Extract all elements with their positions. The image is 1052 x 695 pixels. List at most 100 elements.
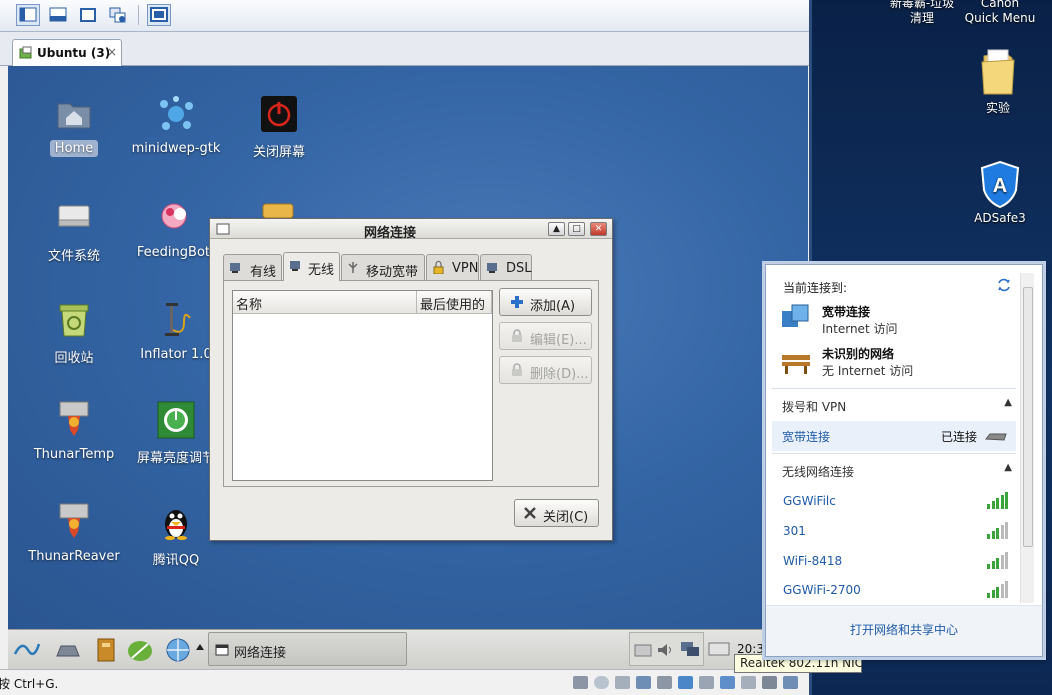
wifi-item[interactable]: GGWiFi-2700 xyxy=(766,577,1016,603)
close-dialog-button[interactable]: 关闭(C) xyxy=(514,499,599,527)
desktop-icon-label: 关闭屏幕 xyxy=(252,145,305,160)
fullscreen-button[interactable] xyxy=(76,4,100,26)
tab-dsl[interactable]: DSL xyxy=(480,254,532,280)
inflator-pump-icon xyxy=(165,303,191,336)
tab-wired[interactable]: 有线 xyxy=(223,254,282,280)
console-view-icon xyxy=(49,7,67,22)
host-icon-adsafe[interactable]: A ADSafe3 xyxy=(962,160,1038,225)
host-icon-shiyan[interactable]: 实验 xyxy=(960,48,1036,116)
desktop-icon-trash[interactable]: 回收站 xyxy=(22,300,126,367)
sidebar-view-icon xyxy=(19,7,37,22)
wifi-name: GGWiFilc xyxy=(783,494,836,508)
removable-drive-icon[interactable] xyxy=(708,640,730,658)
connection-name: 未识别的网络 xyxy=(822,347,895,361)
open-network-center-link[interactable]: 打开网络和共享中心 xyxy=(766,621,1042,638)
section-dialup-vpn[interactable]: 拨号和 VPN ▲ xyxy=(772,388,1016,418)
column-header-last-used[interactable]: 最后使用的 xyxy=(417,291,492,314)
signal-strength-icon xyxy=(987,521,1009,539)
message-icon[interactable] xyxy=(762,676,777,689)
wifi-item[interactable]: WiFi-8418 xyxy=(766,547,1016,577)
unity-button[interactable] xyxy=(106,4,130,26)
sound-card-icon[interactable] xyxy=(699,676,714,689)
taskbar-task-label: 网络连接 xyxy=(234,646,287,661)
feeding-bottle-icon xyxy=(161,203,187,229)
wireless-tab-panel: 名称 最后使用的 添加(A) 编辑(E)... 删除(D)... xyxy=(223,280,599,487)
modem-icon xyxy=(985,433,1007,441)
status-text: 按 Ctrl+G. xyxy=(0,677,59,691)
thumbnail-view-button[interactable] xyxy=(147,4,171,26)
connection-list[interactable]: 名称 最后使用的 xyxy=(232,290,493,481)
signal-bar xyxy=(1005,492,1008,509)
network-adapter-icon[interactable] xyxy=(636,676,651,689)
section-wireless[interactable]: 无线网络连接 ▲ xyxy=(772,453,1016,483)
taskbar-window-network-connections[interactable]: 网络连接 xyxy=(208,632,407,666)
floppy-icon[interactable] xyxy=(615,676,630,689)
dialog-title: 网络连接 xyxy=(363,226,416,241)
tab-vpn[interactable]: VPN xyxy=(426,254,479,280)
signal-bar xyxy=(987,564,990,569)
signal-bar xyxy=(996,558,999,569)
refresh-icon[interactable] xyxy=(996,278,1012,292)
signal-bar xyxy=(1005,552,1008,569)
wireless-icon xyxy=(290,261,300,271)
edit-button[interactable]: 编辑(E)... xyxy=(499,322,592,350)
desktop-icon-thunartemp[interactable]: ThunarTemp xyxy=(22,400,126,463)
desktop-icon-label: ThunarReaver xyxy=(28,549,120,564)
cd-icon[interactable] xyxy=(594,676,609,689)
desktop-icon-thunarreaver[interactable]: ThunarReaver xyxy=(22,502,126,565)
usb-device-icon-2[interactable] xyxy=(741,676,756,689)
column-header-name[interactable]: 名称 xyxy=(233,291,417,314)
signal-bar xyxy=(996,498,999,509)
flyout-scrollbar[interactable] xyxy=(1020,273,1034,603)
web-browser-icon[interactable] xyxy=(164,636,192,664)
tab-mobile-broadband[interactable]: 移动宽带 xyxy=(341,254,425,280)
usb-device-icon[interactable] xyxy=(720,676,735,689)
keyboard-icon[interactable] xyxy=(634,641,652,659)
connection-status: Internet 访问 xyxy=(822,322,898,336)
hdd-icon[interactable] xyxy=(573,676,588,689)
text-editor-icon[interactable] xyxy=(126,636,154,664)
host-label-cleanup[interactable]: 新毒霸-垃圾 清理 xyxy=(882,0,962,26)
wifi-item[interactable]: GGWiFilc xyxy=(766,487,1016,517)
scrollbar-thumb[interactable] xyxy=(1023,287,1033,547)
file-manager-icon[interactable] xyxy=(92,636,120,664)
tab-label: 移动宽带 xyxy=(366,265,419,280)
signal-bar xyxy=(991,590,995,598)
dialup-item-broadband[interactable]: 宽带连接 已连接 xyxy=(772,421,1016,451)
desktop-icon-minidwep[interactable]: minidwep-gtk xyxy=(124,94,228,157)
signal-bar xyxy=(1000,495,1004,509)
connection-status: 无 Internet 访问 xyxy=(822,364,914,378)
tab-label: 无线 xyxy=(308,263,335,278)
launcher-arrow-icon[interactable] xyxy=(196,644,204,650)
brightness-icon xyxy=(157,401,195,439)
tab-ubuntu[interactable]: Ubuntu (3) × xyxy=(12,39,122,66)
wifi-item[interactable]: 301 xyxy=(766,517,1016,547)
dialup-item-status: 已连接 xyxy=(941,430,978,444)
dsl-icon xyxy=(487,263,497,273)
delete-button[interactable]: 删除(D)... xyxy=(499,356,592,384)
volume-icon[interactable] xyxy=(656,641,674,659)
maximize-button[interactable]: □ xyxy=(568,222,585,236)
view-console-button[interactable] xyxy=(46,4,70,26)
app-menu-icon[interactable] xyxy=(12,636,40,664)
desktop-icon-label: Inflator 1.0 xyxy=(140,347,212,362)
usb-icon[interactable] xyxy=(678,676,693,689)
host-label-canon[interactable]: Canon Quick Menu xyxy=(960,0,1040,26)
desktop-icon-home[interactable]: Home xyxy=(22,94,126,157)
tab-wireless[interactable]: 无线 xyxy=(283,252,340,281)
vm-settings-icon[interactable] xyxy=(783,676,798,689)
network-status-icon[interactable] xyxy=(680,639,700,659)
desktop-icon-filesystem[interactable]: 文件系统 xyxy=(22,198,126,265)
close-window-button[interactable]: ✕ xyxy=(590,222,607,236)
desktop-icon-screen-off[interactable]: 关闭屏幕 xyxy=(227,94,331,161)
host-icon-label: ADSafe3 xyxy=(974,211,1026,225)
minimize-button[interactable]: ▲ xyxy=(548,222,565,236)
signal-bar xyxy=(1005,522,1008,539)
dialog-titlebar[interactable]: 网络连接 ▲ □ ✕ xyxy=(210,219,612,241)
printer-icon[interactable] xyxy=(657,676,672,689)
view-sidebar-button[interactable] xyxy=(16,4,40,26)
add-button[interactable]: 添加(A) xyxy=(499,288,592,316)
tab-close-icon[interactable]: × xyxy=(107,45,117,59)
drive-icon xyxy=(58,205,90,227)
show-desktop-icon[interactable] xyxy=(54,636,82,664)
